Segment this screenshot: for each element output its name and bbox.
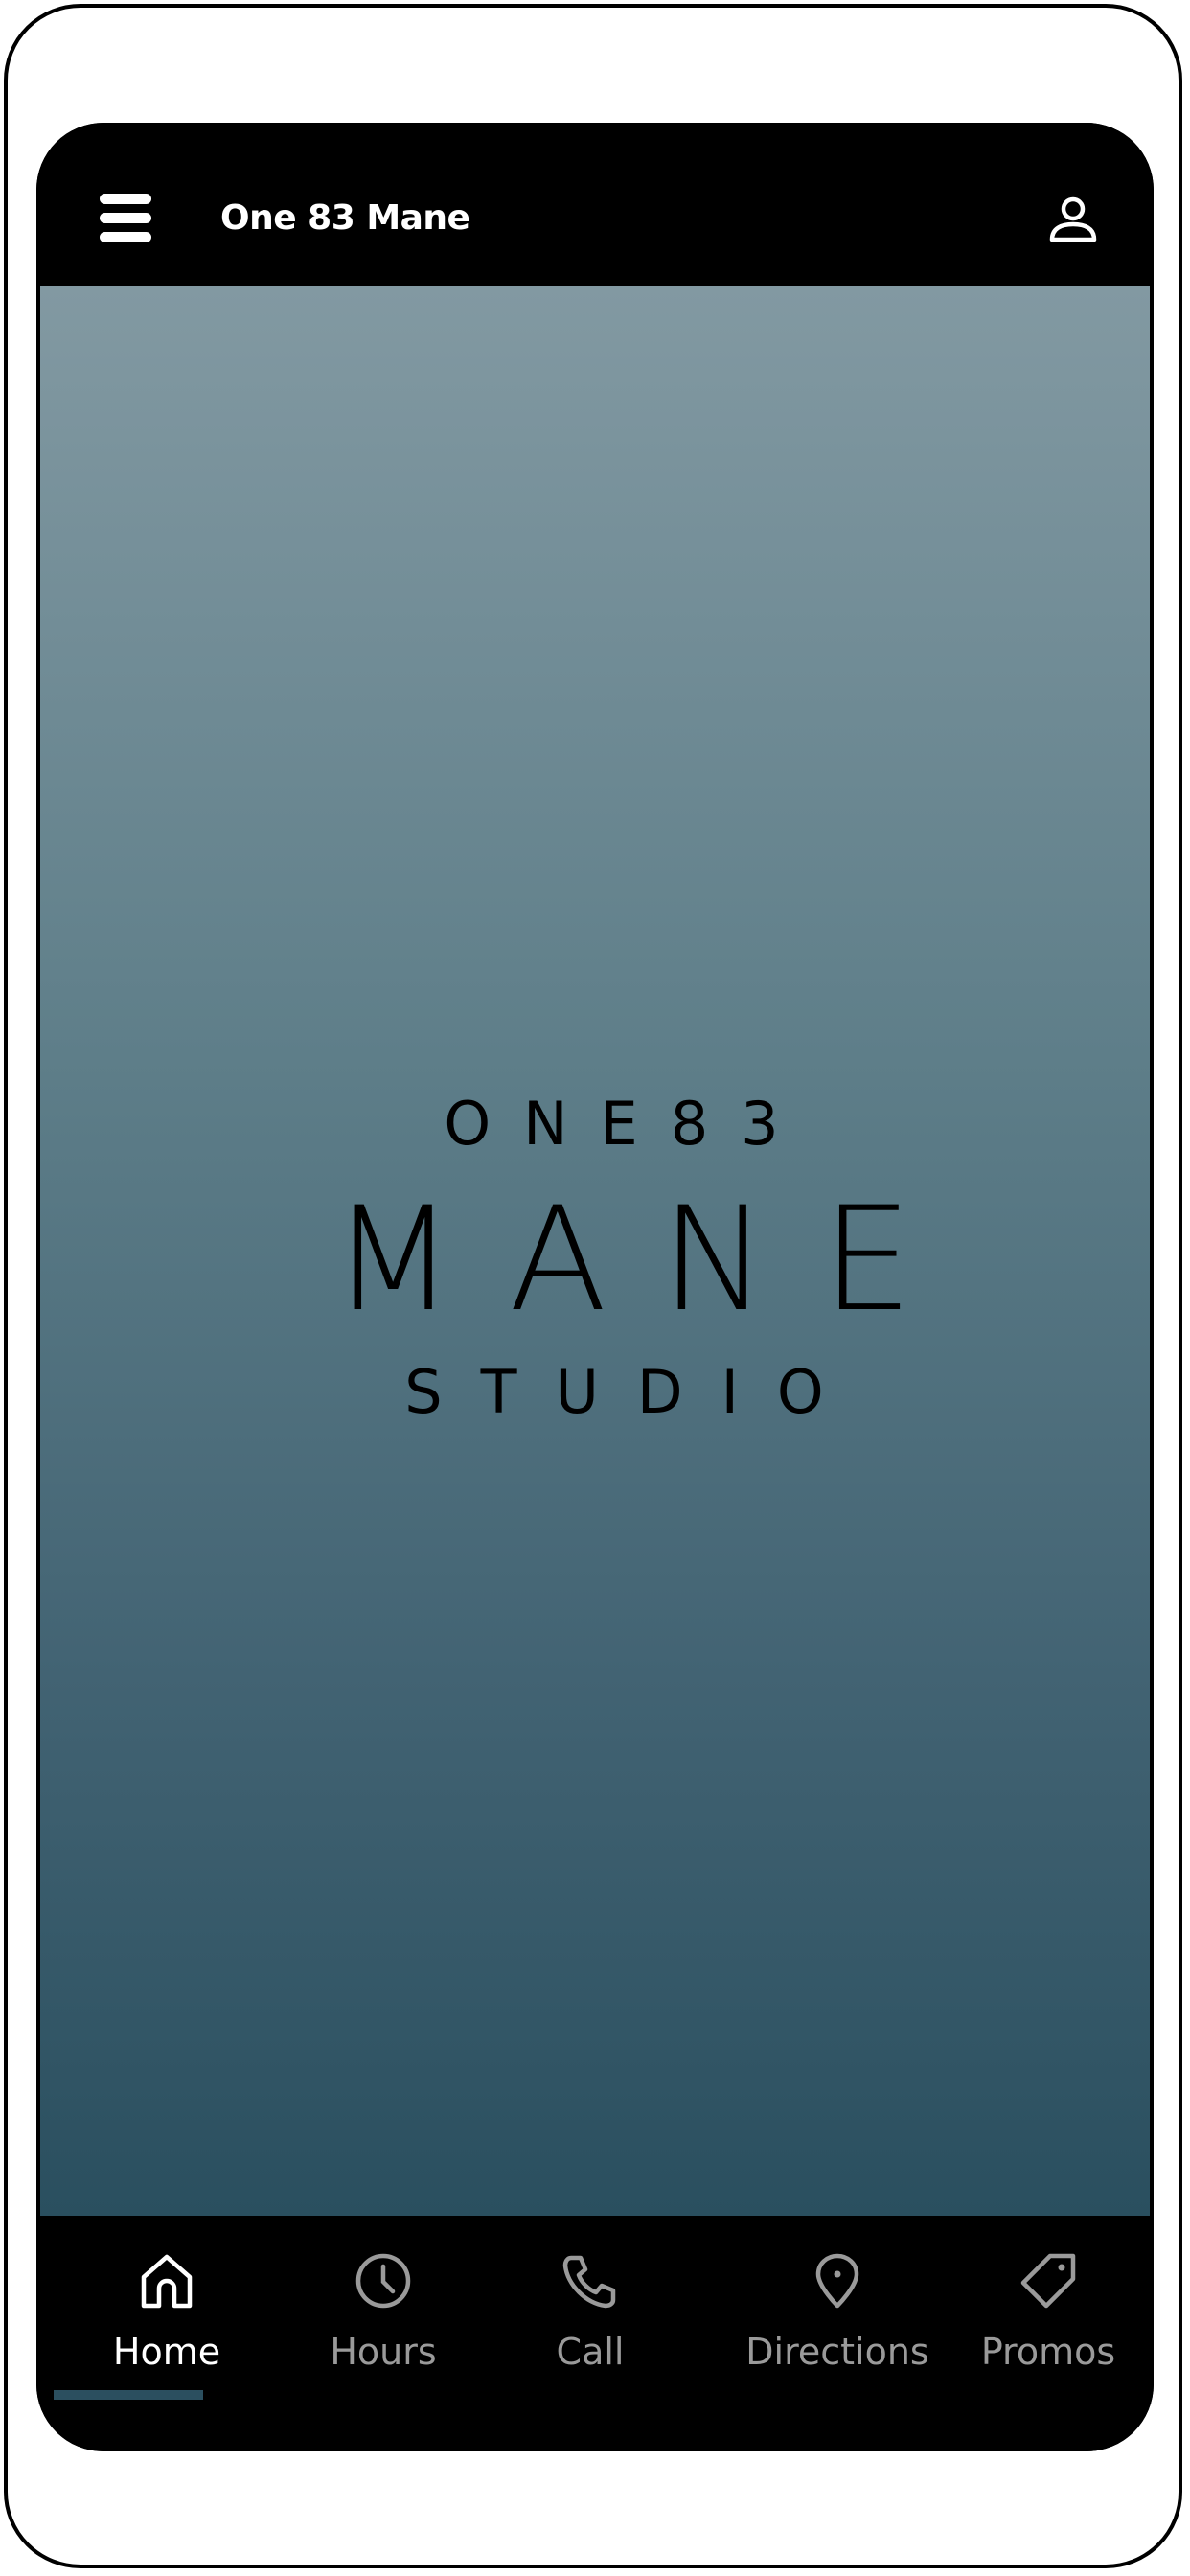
nav-item-hours[interactable]: Hours: [287, 2216, 479, 2407]
bottom-navigation: Home Hours Call Directions Promos: [36, 2216, 1154, 2451]
nav-label-hours: Hours: [330, 2331, 437, 2373]
logo-line-mane: MANE: [331, 1177, 967, 1344]
phone-icon: [562, 2255, 616, 2309]
tag-icon: [1020, 2253, 1076, 2309]
top-app-bar: One 83 Mane: [36, 123, 1154, 286]
nav-item-home[interactable]: Home: [71, 2216, 263, 2407]
logo-line-one83: ONE83: [444, 1089, 812, 1159]
app-screen: One 83 Mane ONE83 MANE STUDIO Home Hours: [36, 123, 1154, 2451]
nav-label-call: Call: [556, 2331, 625, 2373]
nav-label-directions: Directions: [745, 2331, 929, 2373]
logo-line-studio: STUDIO: [404, 1357, 862, 1427]
nav-label-home: Home: [112, 2331, 221, 2373]
user-profile-icon[interactable]: [1048, 196, 1098, 245]
home-icon: [141, 2254, 193, 2309]
hamburger-menu-icon[interactable]: [100, 194, 151, 243]
map-pin-icon: [815, 2253, 859, 2309]
app-title: One 83 Mane: [220, 198, 470, 238]
active-tab-indicator: [54, 2390, 203, 2400]
nav-label-promos: Promos: [980, 2331, 1116, 2373]
clock-icon: [355, 2253, 411, 2309]
nav-item-call[interactable]: Call: [494, 2216, 686, 2407]
nav-item-directions[interactable]: Directions: [713, 2216, 962, 2407]
hero-banner: ONE83 MANE STUDIO: [40, 286, 1150, 2216]
nav-item-promos[interactable]: Promos: [952, 2216, 1144, 2407]
